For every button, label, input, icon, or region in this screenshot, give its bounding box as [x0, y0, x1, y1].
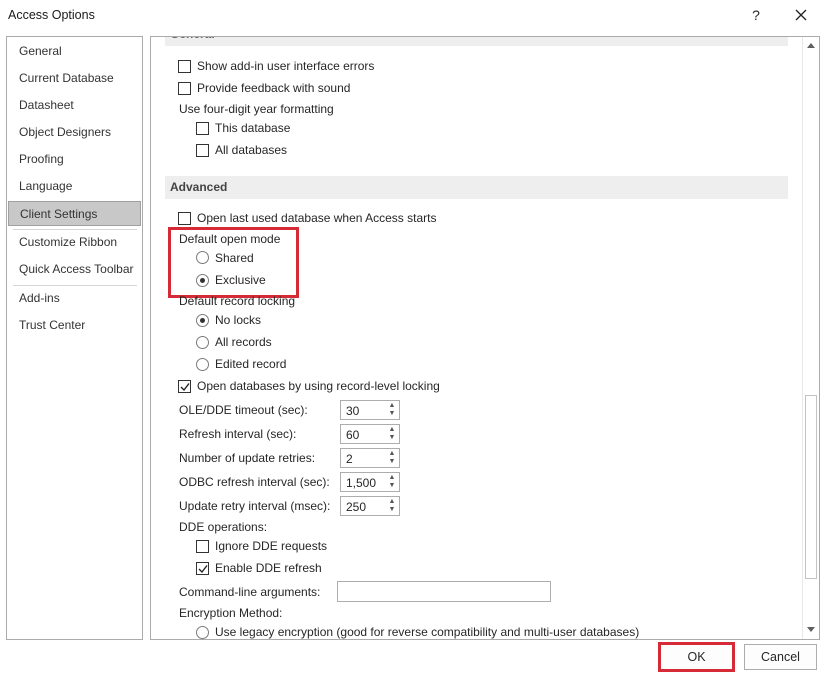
scroll-up-icon: [807, 43, 815, 48]
spin-up-icon[interactable]: ▲: [387, 402, 397, 410]
no-locks-label: No locks: [215, 313, 262, 327]
refresh-interval-label: Refresh interval (sec):: [179, 427, 297, 441]
enable-dde-refresh-checkbox[interactable]: [196, 562, 209, 575]
ignore-dde-label: Ignore DDE requests: [215, 539, 328, 553]
scroll-down-icon: [807, 627, 815, 632]
odbc-refresh-label: ODBC refresh interval (sec):: [179, 475, 330, 489]
cancel-button[interactable]: Cancel: [744, 644, 817, 670]
edited-record-radio[interactable]: [196, 358, 209, 371]
spin-up-icon[interactable]: ▲: [387, 474, 397, 482]
window-title: Access Options: [8, 8, 95, 22]
update-retries-label: Number of update retries:: [179, 451, 316, 465]
update-retries-value: 2: [346, 452, 353, 466]
ole-dde-timeout-label: OLE/DDE timeout (sec):: [179, 403, 308, 417]
dde-operations-label: DDE operations:: [179, 520, 268, 534]
title-bar: Access Options ?: [0, 0, 827, 30]
close-icon: [795, 9, 807, 21]
settings-panel: General Show add-in user interface error…: [150, 36, 820, 640]
spin-down-icon[interactable]: ▼: [387, 506, 397, 514]
spin-up-icon[interactable]: ▲: [387, 426, 397, 434]
nav-item-current-database[interactable]: Current Database: [8, 66, 141, 91]
ole-dde-timeout-value: 30: [346, 404, 360, 418]
command-line-input[interactable]: [337, 581, 551, 602]
legacy-encryption-label: Use legacy encryption (good for reverse …: [215, 625, 640, 639]
nav-item-quick-access-toolbar[interactable]: Quick Access Toolbar: [8, 257, 141, 282]
odbc-refresh-value: 1,500: [346, 476, 377, 490]
all-records-radio[interactable]: [196, 336, 209, 349]
feedback-sound-checkbox[interactable]: [178, 82, 191, 95]
nav-item-datasheet[interactable]: Datasheet: [8, 93, 141, 118]
refresh-interval-spinner[interactable]: 60 ▲ ▼: [340, 424, 400, 444]
spin-down-icon[interactable]: ▼: [387, 410, 397, 418]
encryption-method-label: Encryption Method:: [179, 606, 283, 620]
nav-item-add-ins[interactable]: Add-ins: [8, 286, 141, 311]
options-nav: General Current Database Datasheet Objec…: [6, 36, 143, 640]
radio-selected-dot: [200, 318, 205, 323]
open-last-db-label: Open last used database when Access star…: [197, 211, 437, 225]
show-addin-errors-checkbox[interactable]: [178, 60, 191, 73]
spin-down-icon[interactable]: ▼: [387, 458, 397, 466]
nav-item-object-designers[interactable]: Object Designers: [8, 120, 141, 145]
help-button[interactable]: ?: [745, 4, 767, 26]
scroll-down-button[interactable]: [803, 622, 819, 639]
spin-up-icon[interactable]: ▲: [387, 498, 397, 506]
nav-item-client-settings[interactable]: Client Settings: [8, 201, 141, 226]
four-digit-year-label: Use four-digit year formatting: [179, 102, 334, 116]
all-databases-checkbox[interactable]: [196, 144, 209, 157]
all-records-label: All records: [215, 335, 272, 349]
command-line-label: Command-line arguments:: [179, 585, 321, 599]
show-addin-errors-label: Show add-in user interface errors: [197, 59, 375, 73]
ok-button[interactable]: OK: [658, 642, 735, 672]
section-header-advanced: Advanced: [165, 176, 788, 199]
scroll-thumb[interactable]: [805, 395, 817, 579]
section-header-general: General: [165, 37, 788, 46]
record-level-locking-checkbox[interactable]: [178, 380, 191, 393]
spin-up-icon[interactable]: ▲: [387, 450, 397, 458]
update-retry-interval-spinner[interactable]: 250 ▲ ▼: [340, 496, 400, 516]
this-database-label: This database: [215, 121, 291, 135]
odbc-refresh-spinner[interactable]: 1,500 ▲ ▼: [340, 472, 400, 492]
refresh-interval-value: 60: [346, 428, 360, 442]
legacy-encryption-radio[interactable]: [196, 626, 209, 639]
all-databases-label: All databases: [215, 143, 288, 157]
nav-item-customize-ribbon[interactable]: Customize Ribbon: [8, 230, 141, 255]
update-retry-interval-label: Update retry interval (msec):: [179, 499, 331, 513]
ignore-dde-checkbox[interactable]: [196, 540, 209, 553]
scroll-track[interactable]: [805, 55, 817, 621]
nav-item-trust-center[interactable]: Trust Center: [8, 313, 141, 338]
open-last-db-checkbox[interactable]: [178, 212, 191, 225]
checkmark-icon: [180, 383, 190, 392]
enable-dde-refresh-label: Enable DDE refresh: [215, 561, 322, 575]
spin-down-icon[interactable]: ▼: [387, 482, 397, 490]
scroll-up-button[interactable]: [803, 37, 819, 54]
nav-item-general[interactable]: General: [8, 39, 141, 64]
checkmark-icon: [198, 565, 208, 574]
nav-item-language[interactable]: Language: [8, 174, 141, 199]
feedback-sound-label: Provide feedback with sound: [197, 81, 351, 95]
vertical-scrollbar[interactable]: [802, 37, 819, 639]
this-database-checkbox[interactable]: [196, 122, 209, 135]
spin-down-icon[interactable]: ▼: [387, 434, 397, 442]
record-level-locking-label: Open databases by using record-level loc…: [197, 379, 440, 393]
close-button[interactable]: [788, 4, 814, 26]
ole-dde-timeout-spinner[interactable]: 30 ▲ ▼: [340, 400, 400, 420]
edited-record-label: Edited record: [215, 357, 287, 371]
highlight-box: [168, 227, 299, 298]
update-retries-spinner[interactable]: 2 ▲ ▼: [340, 448, 400, 468]
no-locks-radio[interactable]: [196, 314, 209, 327]
update-retry-interval-value: 250: [346, 500, 367, 514]
nav-item-proofing[interactable]: Proofing: [8, 147, 141, 172]
default-record-locking-label: Default record locking: [179, 294, 296, 308]
